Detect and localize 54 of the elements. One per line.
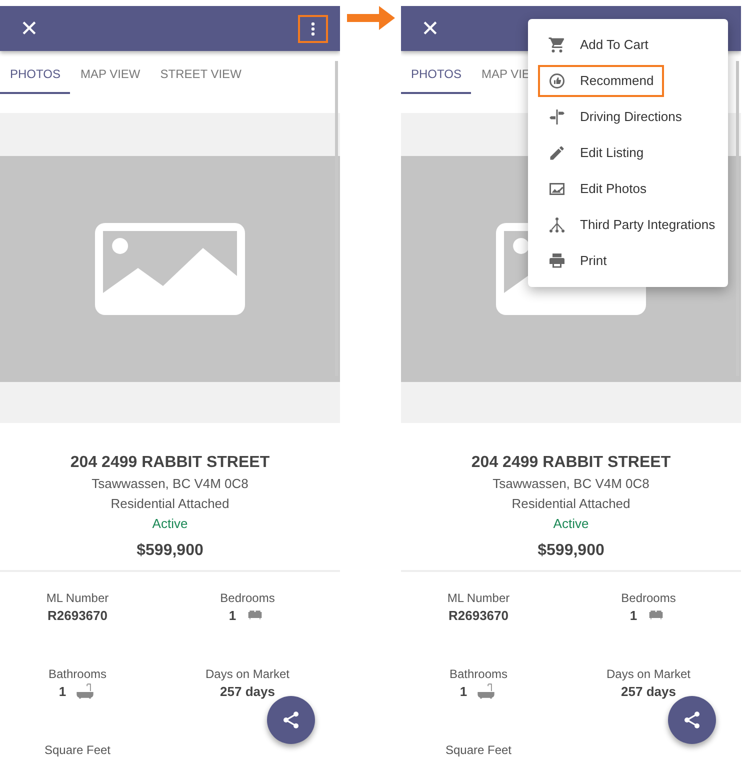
menu-item[interactable]: Add To Cart: [538, 29, 658, 61]
fact-label: Bathrooms: [448, 666, 509, 682]
fact-value: 1: [58, 683, 66, 701]
fact-label: Days on Market: [204, 666, 291, 682]
close-button[interactable]: ✕: [16, 18, 42, 40]
tab[interactable]: MAP VIEW: [70, 51, 150, 94]
signpost-icon: [548, 108, 566, 126]
fact-value: R2693670: [448, 607, 508, 625]
tab[interactable]: PHOTOS: [0, 51, 70, 94]
tab[interactable]: STREET VIEW: [150, 51, 252, 94]
fact-value: 1: [228, 607, 236, 625]
address-text: Tsawwassen, BC V4M 0C8: [492, 475, 650, 493]
fact-label: Days on Market: [605, 666, 692, 682]
status-text: Active: [151, 515, 189, 533]
menu-item[interactable]: Edit Listing: [538, 137, 654, 169]
tab[interactable]: PHOTOS: [401, 51, 472, 94]
thumbs-up-circle-icon: [548, 72, 566, 90]
fact-label: ML Number: [45, 590, 110, 606]
menu-item[interactable]: Print: [538, 245, 617, 277]
pencil-icon: [548, 144, 566, 162]
fact-value: 257 days: [220, 683, 275, 701]
fact-value: R2693670: [48, 607, 108, 625]
close-button[interactable]: ✕: [417, 18, 443, 40]
fact-label: Bathrooms: [47, 666, 108, 682]
menu-item[interactable]: Driving Directions: [538, 101, 692, 133]
cart-icon: [548, 36, 566, 54]
fact-value: 1: [630, 607, 638, 625]
hierarchy-icon: [548, 216, 566, 234]
property-type: Residential Attached: [110, 495, 230, 513]
property-type: Residential Attached: [510, 495, 632, 513]
menu-item[interactable]: Edit Photos: [538, 173, 656, 205]
menu-item[interactable]: Third Party Integrations: [538, 209, 726, 241]
fact-label: Square Feet: [444, 742, 513, 758]
edit-photo-icon: [548, 180, 566, 198]
fact-label: ML Number: [446, 590, 511, 606]
status-text: Active: [552, 515, 590, 533]
fact-label: Bedrooms: [219, 590, 276, 606]
more-icon: [311, 22, 315, 36]
price-text: $599,900: [136, 541, 204, 561]
fact-value: 257 days: [621, 683, 676, 701]
share-icon: [281, 710, 301, 730]
fact-label: Square Feet: [43, 742, 112, 758]
share-icon: [682, 710, 702, 730]
menu-item[interactable]: Recommend: [538, 65, 664, 97]
address-text: Tsawwassen, BC V4M 0C8: [90, 475, 250, 493]
arrow-icon: [346, 6, 394, 30]
printer-icon: [548, 252, 566, 270]
fact-label: Bedrooms: [620, 590, 677, 606]
fact-value: 1: [460, 683, 468, 701]
listing-title: 204 2499 RABBIT STREET: [470, 453, 672, 473]
price-text: $599,900: [536, 541, 606, 561]
more-button[interactable]: [298, 14, 328, 42]
listing-title: 204 2499 RABBIT STREET: [69, 453, 271, 473]
image-placeholder-icon: [95, 223, 245, 315]
